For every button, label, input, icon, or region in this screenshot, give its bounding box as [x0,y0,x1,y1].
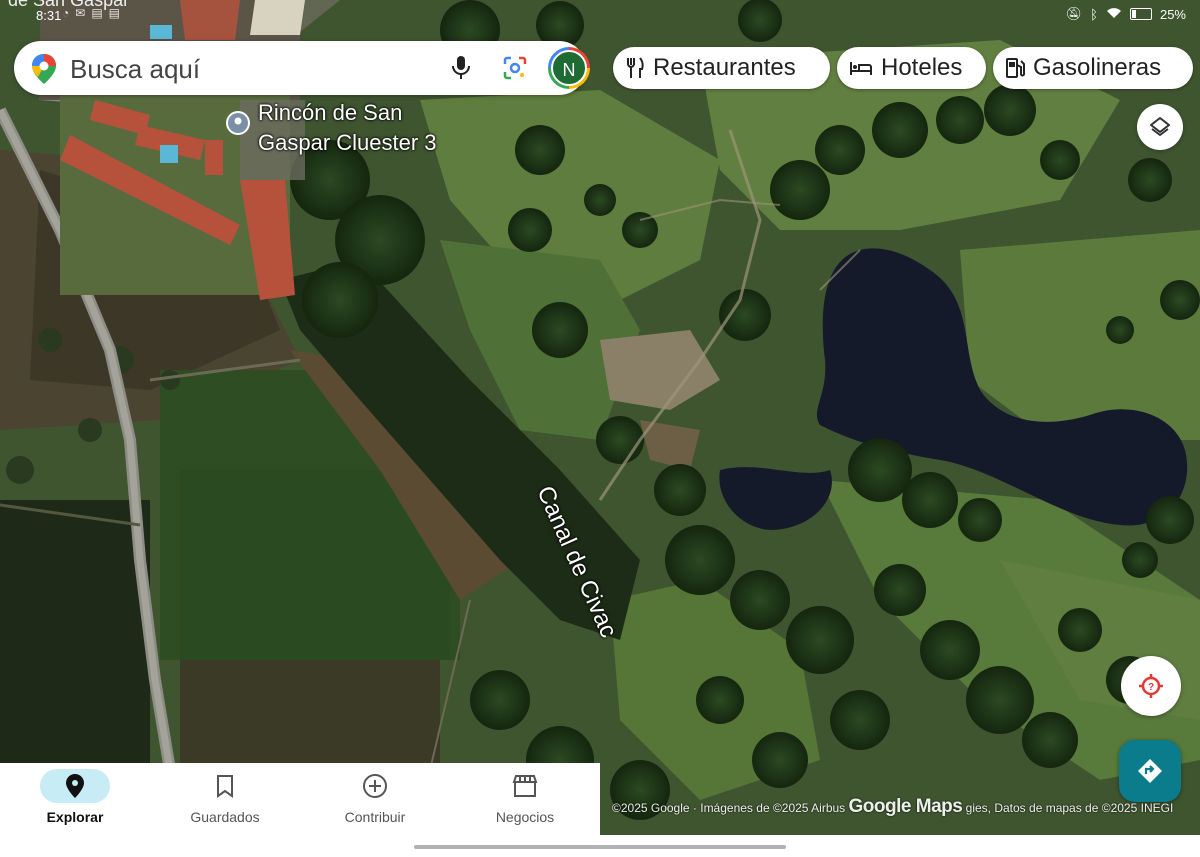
nav-contribuir[interactable]: Contribuir [300,763,450,835]
map-attribution: ©2025 Google · Imágenes de ©2025 Airbus … [612,796,1173,818]
bed-icon [850,62,872,75]
chip-gasolineras[interactable]: Gasolineras [993,47,1193,89]
nav-negocios[interactable]: Negocios [450,763,600,835]
google-maps-pin-icon [31,54,57,89]
mute-icon: 🔕︎ [1065,6,1083,21]
nav-label: Contribuir [344,809,406,825]
news-icon: ▤ [91,6,103,20]
explore-pin-icon [40,769,110,803]
wifi-icon [1106,7,1122,22]
satellite-imagery [0,0,1200,835]
home-indicator[interactable] [414,845,786,849]
layers-button[interactable] [1137,104,1183,150]
google-lens-icon[interactable] [502,55,528,86]
bluetooth-icon: ᛒ [1090,6,1098,22]
mail-icon: ✉ [75,6,86,20]
my-location-button[interactable]: ? [1121,656,1181,716]
attribution-left: ©2025 Google · Imágenes de ©2025 Airbus [612,801,846,815]
notification-icons: ◔ ✉ ▤ ▤ [62,6,120,20]
bookmark-icon [190,769,260,803]
place-marker-icon[interactable] [225,110,251,143]
search-input[interactable]: Busca aquí [70,54,200,85]
chip-label: Hoteles [881,54,963,81]
account-avatar[interactable]: N [548,47,590,89]
place-label-line2: Gaspar Cluester 3 [258,130,437,155]
news-icon-2: ▤ [108,6,120,20]
layers-icon [1150,117,1170,136]
chip-label: Gasolineras [1033,54,1162,81]
bottom-navigation: Explorar Guardados Contribuir Negocios [0,763,600,835]
whatsapp-icon: ◔ [62,6,70,20]
nav-label: Guardados [190,809,260,825]
location-icon: ? [1139,674,1163,698]
gas-pump-icon [1006,58,1025,78]
store-icon [490,769,560,803]
nav-label: Negocios [495,809,555,825]
directions-button[interactable] [1119,740,1181,802]
attribution-right: gies, Datos de mapas de ©2025 INEGI [965,801,1174,815]
nav-guardados[interactable]: Guardados [150,763,300,835]
search-bar[interactable]: Busca aquí N [14,41,590,95]
place-label[interactable]: Rincón de San Gaspar Cluester 3 [258,98,437,158]
google-maps-logo: Google Maps [848,796,963,817]
add-circle-icon [340,769,410,803]
status-bar: de San Gaspar 8:31 ◔ ✉ ▤ ▤ 🔕︎ ᛒ 25% [0,0,1200,30]
microphone-icon[interactable] [450,55,472,86]
satellite-map[interactable] [0,0,1200,835]
nav-explorar[interactable]: Explorar [0,763,150,835]
fork-knife-icon [627,57,644,78]
system-status: 🔕︎ ᛒ 25% [1066,6,1186,22]
nav-label: Explorar [46,809,104,825]
svg-text:?: ? [1148,682,1154,693]
battery-percent: 25% [1159,6,1186,22]
chip-hoteles[interactable]: Hoteles [837,47,986,89]
directions-icon [1138,759,1162,783]
chip-restaurantes[interactable]: Restaurantes [613,47,830,89]
status-time: 8:31 [36,8,62,23]
battery-icon [1129,8,1152,20]
chip-label: Restaurantes [653,54,796,81]
place-label-line1: Rincón de San [258,100,403,125]
avatar-initial: N [551,50,587,86]
